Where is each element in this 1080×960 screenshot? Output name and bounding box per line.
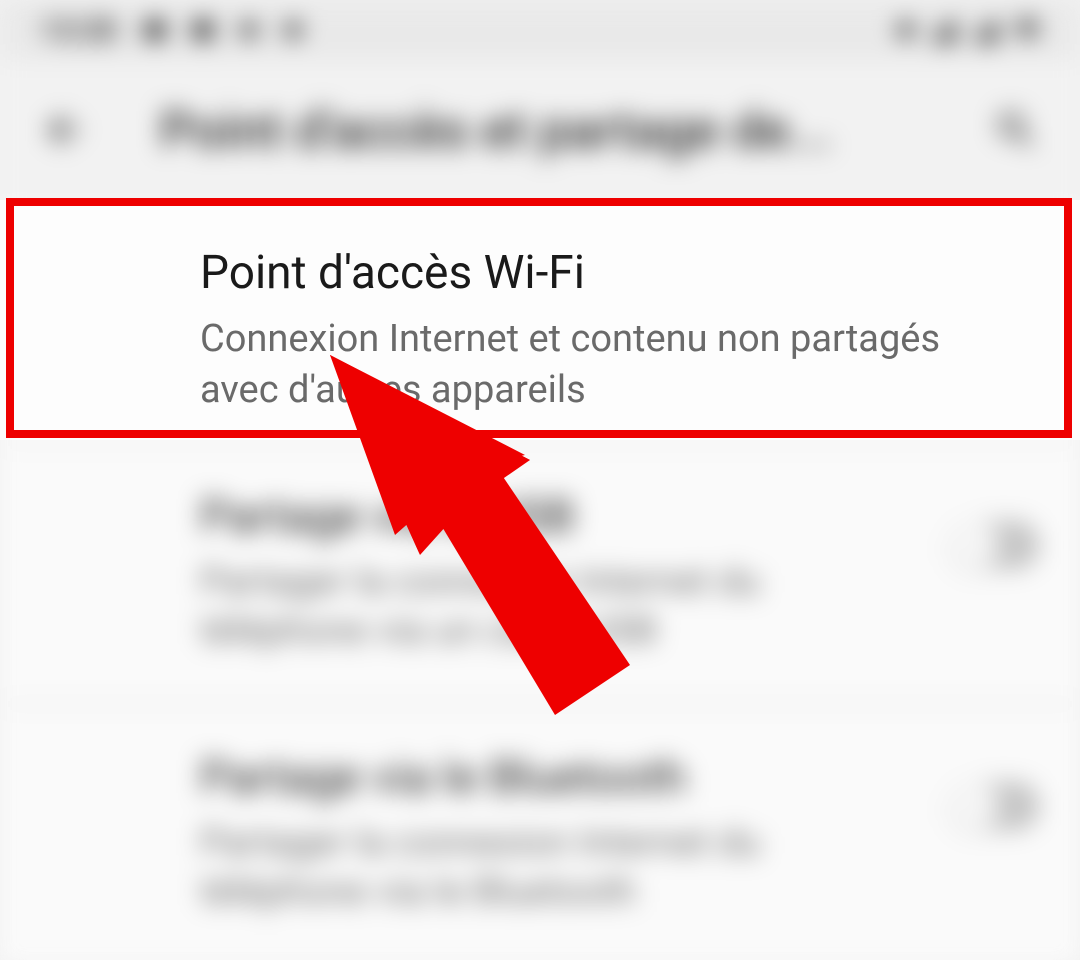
setting-title: Partage via le Bluetooth	[200, 751, 918, 805]
signal-icon	[973, 18, 997, 42]
toggle-switch[interactable]	[948, 520, 1040, 570]
search-icon[interactable]	[992, 106, 1040, 154]
setting-title: Partage via le USB	[200, 490, 918, 544]
setting-wifi-hotspot-sharp[interactable]: Point d'accès Wi-Fi Connexion Internet e…	[0, 200, 1080, 440]
page-title: Point d'accès et partage de...	[160, 100, 920, 161]
setting-subtitle: Partager la connexion Internet du téléph…	[200, 819, 918, 918]
app-bar: Point d'accès et partage de...	[0, 60, 1080, 200]
setting-title: Point d'accès Wi-Fi	[200, 246, 1040, 300]
signal-icon	[931, 18, 955, 42]
status-time: 13:28	[40, 13, 116, 48]
back-icon[interactable]	[40, 106, 88, 154]
setting-bluetooth-tethering[interactable]: Partage via le Bluetooth Partager la con…	[0, 705, 1080, 960]
status-icon	[286, 23, 300, 37]
status-icon	[194, 21, 212, 39]
bluetooth-icon: ✱	[1015, 15, 1040, 45]
status-icon	[899, 23, 913, 37]
setting-usb-tethering[interactable]: Partage via le USB Partager la connexion…	[0, 444, 1080, 703]
status-bar: 13:28 ✱	[0, 0, 1080, 60]
toggle-switch[interactable]	[948, 781, 1040, 831]
status-icon	[242, 23, 256, 37]
setting-subtitle: Partager la connexion Internet du téléph…	[200, 558, 918, 657]
setting-subtitle: Connexion Internet et contenu non partag…	[200, 314, 980, 417]
status-icon	[146, 21, 164, 39]
